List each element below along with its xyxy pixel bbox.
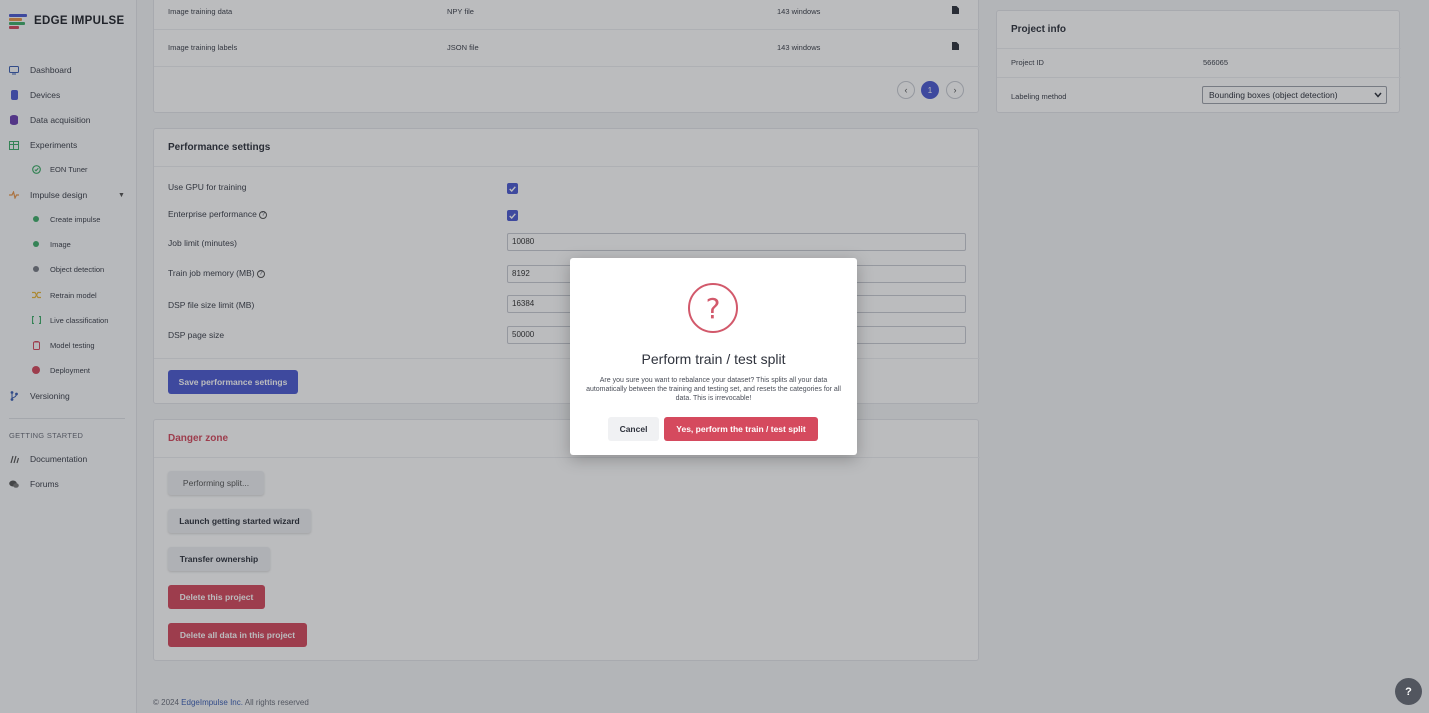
question-icon: ?	[688, 283, 738, 333]
help-fab-button[interactable]: ?	[1395, 678, 1422, 705]
cancel-button[interactable]: Cancel	[608, 417, 659, 441]
dialog-message: Are you sure you want to rebalance your …	[586, 377, 841, 402]
help-icon: ?	[1405, 685, 1412, 698]
confirm-split-dialog: ? Perform train / test split Are you sur…	[570, 258, 857, 455]
confirm-split-button[interactable]: Yes, perform the train / test split	[664, 417, 818, 441]
dialog-title: Perform train / test split	[641, 351, 786, 367]
